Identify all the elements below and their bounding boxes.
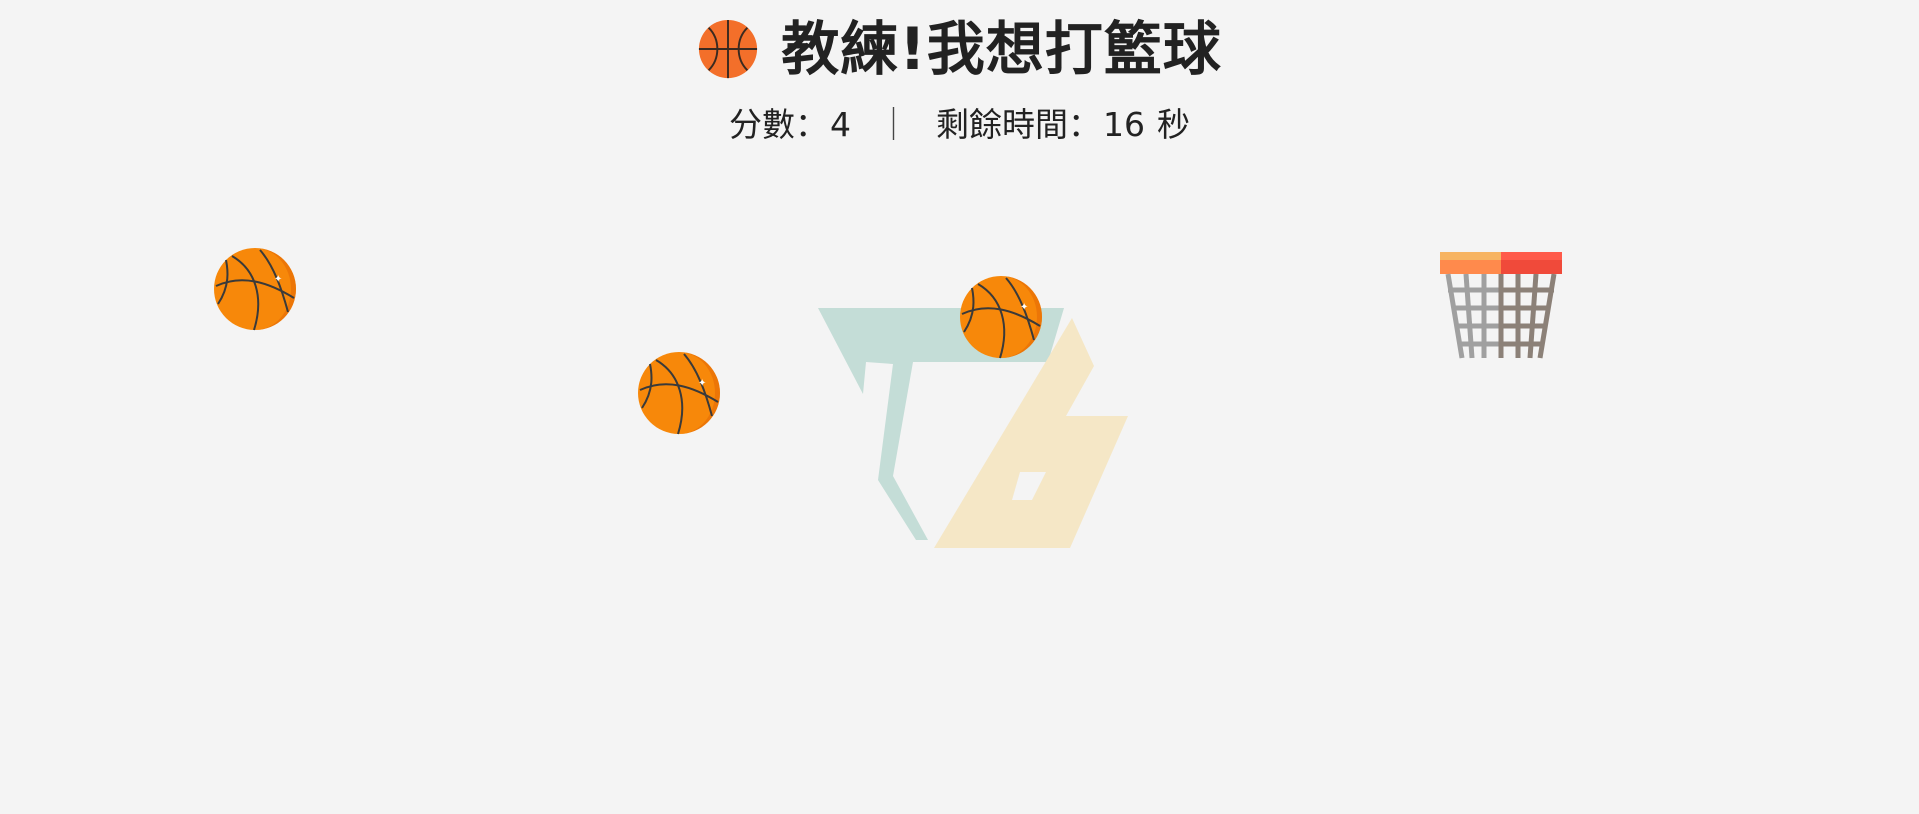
score-value: 4	[830, 105, 851, 144]
basketball-2[interactable]: ✦	[636, 350, 722, 436]
score-label: 分數：	[729, 105, 828, 144]
svg-text:✦: ✦	[698, 378, 706, 389]
time-label: 剩餘時間：	[936, 105, 1101, 144]
time-unit: 秒	[1157, 105, 1190, 144]
basketball-icon: ✦	[638, 352, 720, 435]
basketball-1[interactable]: ✦	[212, 246, 298, 332]
basketball-3[interactable]: ✦	[958, 274, 1044, 360]
svg-text:✦: ✦	[274, 274, 282, 285]
svg-text:✦: ✦	[1020, 302, 1028, 313]
time-value: 16	[1103, 105, 1145, 144]
basketball-icon	[697, 18, 759, 80]
basketball-icon: ✦	[960, 276, 1042, 359]
basketball-hoop[interactable]	[1440, 250, 1562, 360]
game-stage[interactable]: 教練!我想打籃球 分數： 4 ｜ 剩餘時間： 16 秒 ✦ ✦ ✦	[0, 0, 1919, 814]
page-title: 教練!我想打籃球	[781, 15, 1222, 83]
hud-separator: ｜	[877, 105, 910, 144]
score-bar: 分數： 4 ｜ 剩餘時間： 16 秒	[0, 108, 1919, 141]
title-bar: 教練!我想打籃球	[0, 18, 1919, 80]
basketball-icon: ✦	[214, 248, 296, 331]
basketball-hoop-icon	[1440, 252, 1562, 359]
